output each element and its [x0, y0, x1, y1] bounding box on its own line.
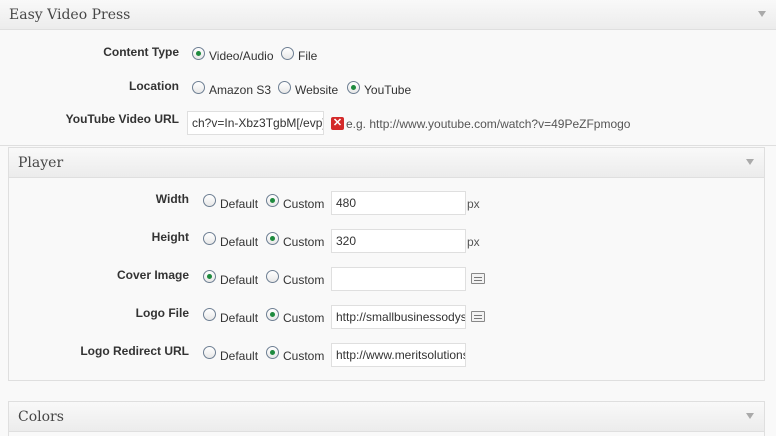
colors-header[interactable]: Colors — [9, 402, 764, 432]
youtube-url-input[interactable]: ch?v=In-Xbz3TgbM[/evp] — [187, 111, 324, 135]
height-default-option[interactable]: Default — [220, 235, 258, 249]
width-custom-radio[interactable] — [266, 194, 279, 207]
cover-image-default-radio[interactable] — [203, 270, 216, 283]
height-label: Height — [151, 230, 189, 244]
content-type-label: Content Type — [103, 45, 179, 59]
location-amazon-s3-radio[interactable] — [192, 81, 205, 94]
cover-image-custom-radio[interactable] — [266, 270, 279, 283]
collapse-toggle-icon[interactable] — [758, 11, 766, 17]
height-unit: px — [467, 235, 480, 249]
width-custom-option[interactable]: Custom — [283, 197, 324, 211]
location-label: Location — [129, 79, 179, 93]
logo-file-default-option[interactable]: Default — [220, 311, 258, 325]
width-label: Width — [155, 192, 189, 206]
colors-collapse-toggle-icon[interactable] — [746, 413, 754, 419]
logo-file-custom-radio[interactable] — [266, 308, 279, 321]
width-unit: px — [467, 197, 480, 211]
logo-file-label: Logo File — [135, 306, 189, 320]
error-icon: ✕ — [331, 117, 344, 130]
panel-title: Easy Video Press — [9, 7, 131, 23]
location-amazon-s3-option[interactable]: Amazon S3 — [209, 83, 271, 97]
content-type-file-option[interactable]: File — [298, 49, 317, 63]
youtube-url-label: YouTube Video URL — [65, 112, 179, 126]
height-default-radio[interactable] — [203, 232, 216, 245]
location-youtube-option[interactable]: YouTube — [364, 83, 411, 97]
media-library-icon[interactable] — [471, 273, 485, 284]
width-input[interactable]: 480 — [331, 191, 466, 215]
location-website-radio[interactable] — [278, 81, 291, 94]
logo-redirect-default-option[interactable]: Default — [220, 349, 258, 363]
logo-redirect-url-input[interactable]: http://www.meritsolutions — [331, 343, 466, 367]
logo-redirect-custom-radio[interactable] — [266, 346, 279, 359]
logo-file-custom-option[interactable]: Custom — [283, 311, 324, 325]
logo-redirect-default-radio[interactable] — [203, 346, 216, 359]
content-type-video-audio-radio[interactable] — [192, 47, 205, 60]
colors-panel-title: Colors — [18, 409, 64, 425]
cover-image-label: Cover Image — [116, 268, 189, 282]
logo-redirect-custom-option[interactable]: Custom — [283, 349, 324, 363]
content-type-file-radio[interactable] — [281, 47, 294, 60]
width-default-option[interactable]: Default — [220, 197, 258, 211]
location-website-option[interactable]: Website — [295, 83, 338, 97]
media-library-icon[interactable] — [471, 311, 485, 322]
cover-image-custom-option[interactable]: Custom — [283, 273, 324, 287]
colors-panel: Colors — [8, 401, 765, 436]
cover-image-default-option[interactable]: Default — [220, 273, 258, 287]
content-type-video-audio-option[interactable]: Video/Audio — [209, 49, 274, 63]
youtube-url-hint: e.g. http://www.youtube.com/watch?v=49Pe… — [346, 117, 631, 131]
cover-image-input[interactable] — [331, 267, 466, 291]
width-default-radio[interactable] — [203, 194, 216, 207]
height-input[interactable]: 320 — [331, 229, 466, 253]
logo-file-input[interactable]: http://smallbusinessodyssey — [331, 305, 466, 329]
player-panel-title: Player — [18, 155, 64, 171]
logo-file-default-radio[interactable] — [203, 308, 216, 321]
height-custom-option[interactable]: Custom — [283, 235, 324, 249]
location-youtube-radio[interactable] — [347, 81, 360, 94]
player-collapse-toggle-icon[interactable] — [746, 159, 754, 165]
logo-redirect-url-label: Logo Redirect URL — [80, 344, 189, 358]
height-custom-radio[interactable] — [266, 232, 279, 245]
easy-video-press-header[interactable]: Easy Video Press — [0, 0, 776, 30]
player-header[interactable]: Player — [9, 148, 764, 178]
